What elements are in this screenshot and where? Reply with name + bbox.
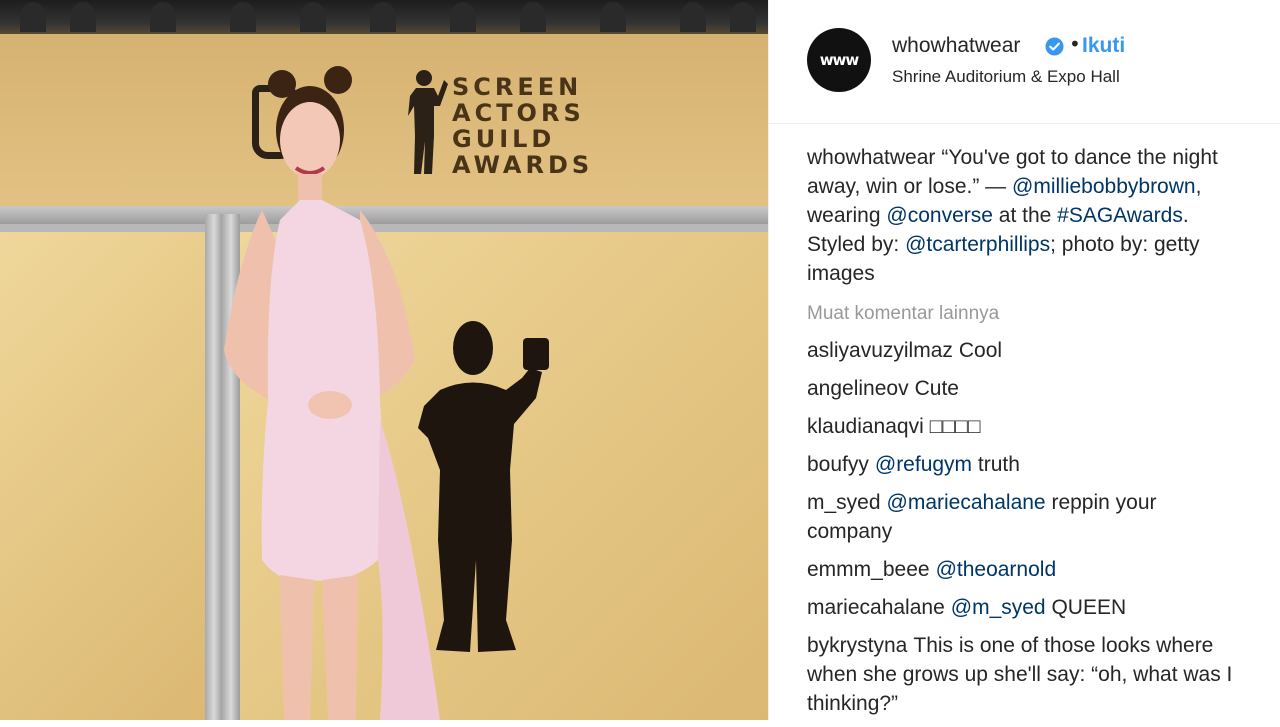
verified-badge-icon xyxy=(1045,37,1064,56)
mention-link[interactable]: @m_syed xyxy=(951,596,1046,619)
caption-username[interactable]: whowhatwear xyxy=(807,146,935,169)
post-photo[interactable]: SCREEN ACTORS GUILD AWARDS xyxy=(0,0,768,720)
caption-text: at the xyxy=(998,204,1052,227)
caption: whowhatwear “You've got to dance the nigh… xyxy=(807,143,1247,288)
hashtag-link[interactable]: #SAGAwards xyxy=(1057,204,1183,227)
location-link[interactable]: Shrine Auditorium & Expo Hall xyxy=(892,67,1120,87)
crowd-background xyxy=(0,0,768,34)
comment: emmm_beee @theoarnold xyxy=(807,555,1247,584)
comment: mariecahalane @m_syed QUEEN xyxy=(807,593,1247,622)
comment-username[interactable]: klaudianaqvi xyxy=(807,415,924,438)
username-link[interactable]: whowhatwear xyxy=(892,34,1020,58)
mention-link[interactable]: @converse xyxy=(886,204,993,227)
avatar[interactable]: www xyxy=(807,28,871,92)
comments-section: whowhatwear “You've got to dance the nigh… xyxy=(807,143,1247,727)
comment: bykrystyna This is one of those looks whe… xyxy=(807,631,1247,718)
logo-line: ACTORS xyxy=(452,99,585,127)
comment-username[interactable]: bykrystyna xyxy=(807,634,907,657)
comment-username[interactable]: asliyavuzyilmaz xyxy=(807,339,953,362)
backdrop-panel xyxy=(0,232,205,720)
comment: klaudianaqvi □□□□ xyxy=(807,412,1247,441)
logo-line: GUILD xyxy=(452,125,556,153)
comment: asliyavuzyilmaz Cool xyxy=(807,336,1247,365)
comment: m_syed @mariecahalane reppin your company xyxy=(807,488,1247,546)
comment-username[interactable]: mariecahalane xyxy=(807,596,945,619)
comment-username[interactable]: boufyy xyxy=(807,453,869,476)
comment-text: □□□□ xyxy=(929,415,981,438)
comment-text: Cool xyxy=(958,339,1003,362)
load-more-comments-button[interactable]: Muat komentar lainnya xyxy=(807,301,1247,327)
separator-dot: • xyxy=(1069,32,1081,56)
person-photo xyxy=(224,66,440,720)
comment-text: truth xyxy=(977,453,1020,476)
comment-username[interactable]: emmm_beee xyxy=(807,558,930,581)
mention-link[interactable]: @refugym xyxy=(875,453,972,476)
logo-line: AWARDS xyxy=(452,151,594,179)
mention-link[interactable]: @mariecahalane xyxy=(887,491,1046,514)
backdrop-logo-text: SCREEN ACTORS GUILD AWARDS xyxy=(452,74,593,178)
comment-text: Cute xyxy=(914,377,959,400)
comment-username[interactable]: m_syed xyxy=(807,491,881,514)
mention-link[interactable]: @theoarnold xyxy=(936,558,1057,581)
post-sidebar: www whowhatwear • Ikuti Shrine Auditoriu… xyxy=(768,0,1280,720)
comment-username[interactable]: angelineov xyxy=(807,377,909,400)
logo-line: SCREEN xyxy=(452,73,583,101)
mention-link[interactable]: @tcarterphillips xyxy=(905,233,1050,256)
comment-text: QUEEN xyxy=(1051,596,1127,619)
comment: boufyy @refugym truth xyxy=(807,450,1247,479)
mention-link[interactable]: @milliebobbybrown xyxy=(1012,175,1196,198)
follow-button[interactable]: Ikuti xyxy=(1082,34,1125,58)
post-header: www whowhatwear • Ikuti Shrine Auditoriu… xyxy=(769,0,1280,124)
comment: angelineov Cute xyxy=(807,374,1247,403)
